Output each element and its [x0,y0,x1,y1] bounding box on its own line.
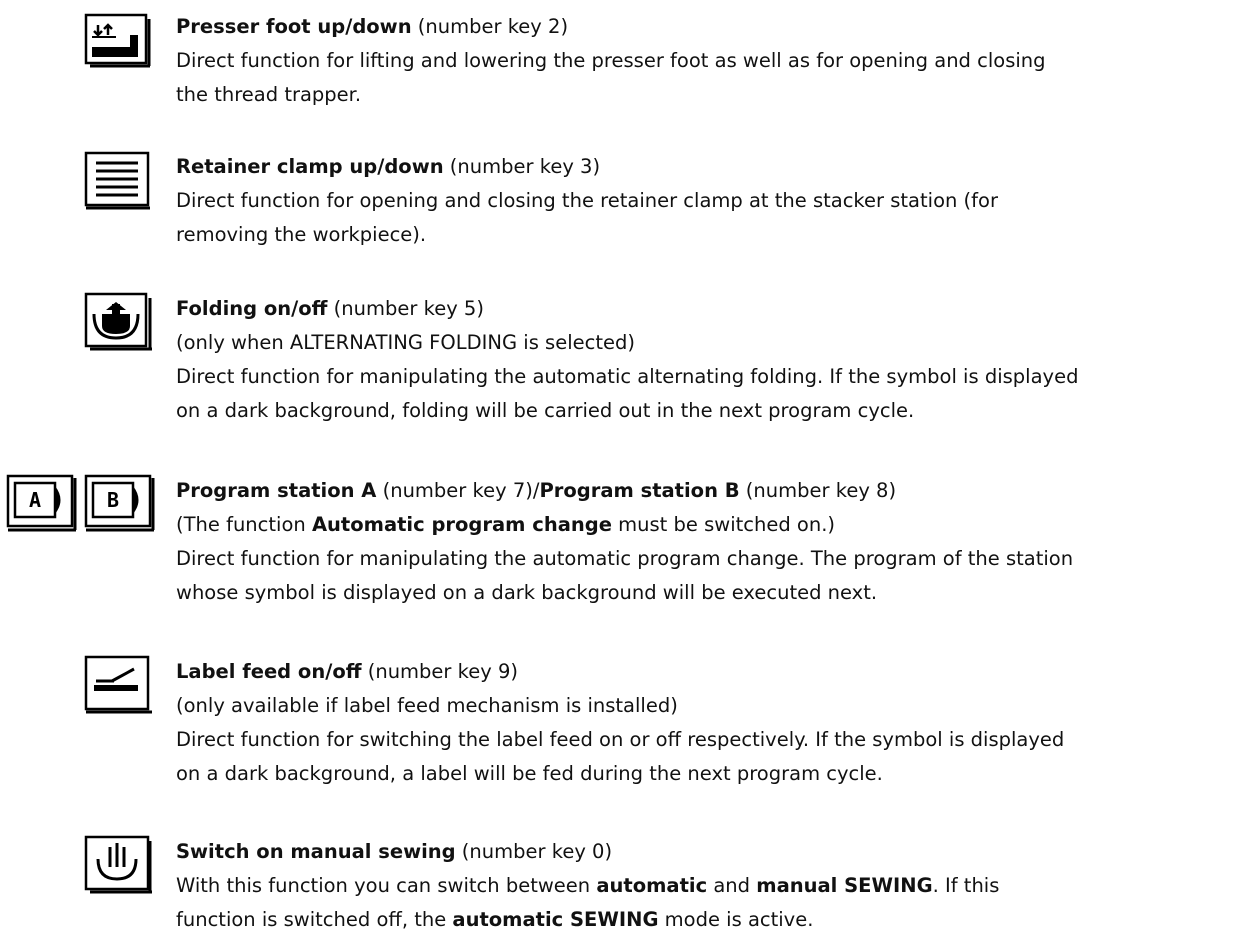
entry-title-line: Program station A (number key 7)/Program… [176,474,1260,508]
entry-note: (only when ALTERNATING FOLDING is select… [176,331,635,354]
presser-foot-icon [84,13,152,69]
entry-description: Direct function for switching the label … [176,728,1065,751]
entry-key: (number key 0) [455,840,613,863]
desc-text: and [707,874,757,897]
desc-text: With this function you can switch betwee… [176,874,597,897]
entry-title: Switch on manual sewing [176,840,456,863]
entry-key: (number key 9) [361,660,518,683]
entry-title-b: Program station B [539,479,740,502]
entry-note: (The function Automatic program change m… [176,508,1260,542]
entry-title: Presser foot up/down [176,15,412,38]
manual-sewing-hand-icon [84,835,154,895]
desc-text: mode is active. [658,908,814,931]
desc-text: function is switched off, the [176,908,453,931]
svg-text:A: A [29,488,41,512]
entry-note: (only available if label feed mechanism … [176,694,678,717]
entry-title: Folding on/off [176,297,328,320]
entry-description: on a dark background, folding will be ca… [176,399,915,422]
note-text: must be switched on.) [611,513,836,536]
entry-description: Direct function for lifting and lowering… [176,49,1046,72]
program-station-a-icon: A [6,474,80,534]
entry-description: the thread trapper. [176,83,362,106]
entry-title-line: Presser foot up/down (number key 2) [176,10,1260,44]
note-text: (The function [176,513,312,536]
entry-title-a: Program station A [176,479,377,502]
svg-text:B: B [107,488,119,512]
entry-description: Direct function for manipulating the aut… [176,547,1074,570]
entry-key: (number key 5) [327,297,484,320]
entry-description: Direct function for opening and closing … [176,189,998,212]
label-feed-icon [84,655,154,715]
entry-description: Direct function for manipulating the aut… [176,365,1079,388]
entry-key: (number key 3) [443,155,601,178]
entry-description: function is switched off, the automatic … [176,903,1260,937]
entry-title: Retainer clamp up/down [176,155,444,178]
entry-title-line: Folding on/off (number key 5) [176,292,1260,326]
entry-description: removing the workpiece). [176,223,427,246]
entry-title-line: Label feed on/off (number key 9) [176,655,1260,689]
entry-title-line: Retainer clamp up/down (number key 3) [176,150,1260,184]
entry-description: With this function you can switch betwee… [176,869,1260,903]
entry-key-a: (number key 7)/ [376,479,540,502]
folding-icon [84,292,154,352]
desc-bold: automatic [596,874,708,897]
entry-key-b: (number key 8) [739,479,897,502]
entry-description: whose symbol is displayed on a dark back… [176,581,878,604]
desc-text: . If this [932,874,1000,897]
entry-description: on a dark background, a label will be fe… [176,762,883,785]
entry-title: Label feed on/off [176,660,362,683]
retainer-clamp-icon [84,151,152,211]
desc-bold: manual SEWING [756,874,933,897]
program-station-b-icon: B [84,474,160,534]
note-bold: Automatic program change [311,513,612,536]
desc-bold: automatic SEWING [452,908,659,931]
entry-title-line: Switch on manual sewing (number key 0) [176,835,1260,869]
entry-key: (number key 2) [411,15,569,38]
